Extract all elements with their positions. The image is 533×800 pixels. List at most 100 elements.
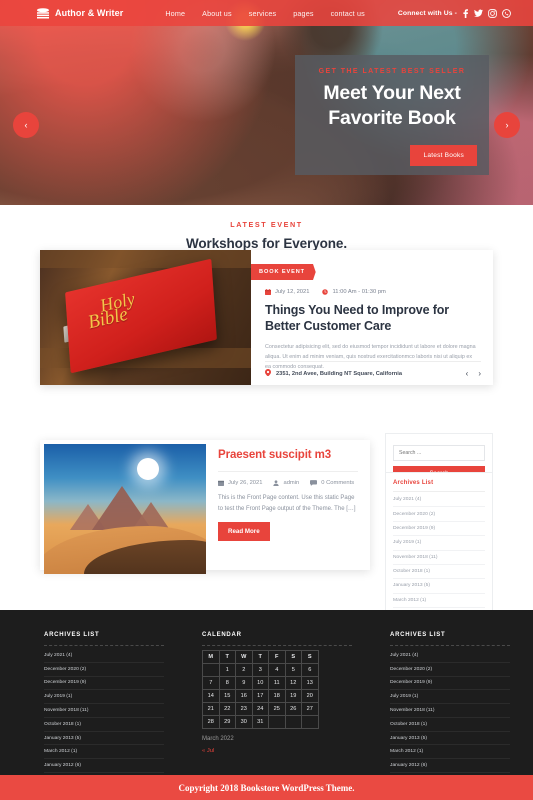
calendar-day[interactable]: 7 xyxy=(202,676,220,690)
footer-archive-item[interactable]: November 2018 (11) xyxy=(44,704,164,718)
footer-archive-item[interactable]: July 2019 (1) xyxy=(44,690,164,705)
event-prev-arrow-icon[interactable]: ‹ xyxy=(466,369,469,378)
sidebar-archive-item[interactable]: December 2019 (9) xyxy=(393,522,485,537)
calendar-day[interactable]: 16 xyxy=(235,689,253,703)
event-section-title: Workshops for Everyone. xyxy=(186,236,347,251)
calendar-day[interactable]: 6 xyxy=(301,663,319,677)
calendar-day[interactable]: 12 xyxy=(284,676,302,690)
calendar-day[interactable]: 18 xyxy=(268,689,286,703)
sun-shape xyxy=(137,458,159,480)
hero-title-line-2: Favorite Book xyxy=(328,106,456,129)
calendar-day[interactable]: 24 xyxy=(251,702,269,716)
sidebar-archive-item[interactable]: July 2019 (1) xyxy=(393,536,485,551)
sidebar-archive-item[interactable]: January 2013 (5) xyxy=(393,579,485,594)
connect-with-us: Connect with Us - xyxy=(398,8,511,18)
book-stack-icon xyxy=(36,7,50,19)
footer-archive-item[interactable]: December 2020 (2) xyxy=(44,663,164,677)
calendar-day[interactable]: 15 xyxy=(218,689,236,703)
calendar-day[interactable]: 11 xyxy=(268,676,286,690)
calendar-day[interactable]: 20 xyxy=(301,689,319,703)
calendar-day[interactable]: 4 xyxy=(268,663,286,677)
sidebar-archive-item[interactable]: March 2012 (1) xyxy=(393,594,485,608)
post-meta: July 26, 2021 admin 0 Comments xyxy=(218,471,358,486)
calendar-day[interactable]: 9 xyxy=(235,676,253,690)
read-more-button[interactable]: Read More xyxy=(218,522,270,541)
calendar-day[interactable]: 21 xyxy=(202,702,220,716)
nav-item-services[interactable]: services xyxy=(249,9,277,18)
post-date-text: July 26, 2021 xyxy=(228,480,263,486)
calendar-caption: March 2022 xyxy=(202,736,234,742)
calendar-day[interactable]: 10 xyxy=(251,676,269,690)
calendar-day[interactable]: 14 xyxy=(202,689,220,703)
sidebar-archive-item[interactable]: November 2018 (11) xyxy=(393,551,485,565)
nav-item-pages[interactable]: pages xyxy=(293,9,313,18)
event-card: Holy Bible BOOK EVENT July 12, 2021 11:0… xyxy=(40,250,493,385)
calendar-day[interactable]: 30 xyxy=(235,715,253,729)
calendar-day[interactable] xyxy=(268,715,286,729)
sidebar-archive-item[interactable]: December 2020 (2) xyxy=(393,507,485,522)
sidebar-archive-item[interactable]: July 2021 (4) xyxy=(393,493,485,508)
calendar-day[interactable]: 19 xyxy=(284,689,302,703)
footer-archive-item[interactable]: January 2013 (5) xyxy=(390,732,510,746)
post-title[interactable]: Praesent suscipit m3 xyxy=(218,449,358,461)
calendar-day[interactable]: 23 xyxy=(235,702,253,716)
calendar-day[interactable] xyxy=(301,715,319,729)
calendar-week-row: 28 29 30 31 xyxy=(202,715,319,729)
calendar-day[interactable]: 13 xyxy=(301,676,319,690)
calendar-day[interactable]: 1 xyxy=(218,663,236,677)
footer-archive-item[interactable]: January 2012 (6) xyxy=(44,759,164,774)
facebook-icon[interactable] xyxy=(462,8,469,18)
post-body: Praesent suscipit m3 July 26, 2021 admin xyxy=(206,440,370,570)
event-date: July 12, 2021 xyxy=(265,289,309,295)
calendar-day[interactable]: 2 xyxy=(235,663,253,677)
hero-prev-arrow-icon[interactable]: ‹ xyxy=(13,112,39,138)
hero-next-arrow-icon[interactable]: › xyxy=(494,112,520,138)
calendar-day[interactable]: 3 xyxy=(251,663,269,677)
footer-archive-item[interactable]: July 2021 (4) xyxy=(44,649,164,663)
brand-logo[interactable]: Author & Writer xyxy=(36,7,123,19)
divider xyxy=(390,645,510,646)
sidebar-archive-item[interactable]: October 2018 (1) xyxy=(393,565,485,580)
calendar-day[interactable]: 22 xyxy=(218,702,236,716)
calendar-day[interactable]: 27 xyxy=(301,702,319,716)
footer-archive-item[interactable]: July 2019 (1) xyxy=(390,690,510,705)
event-next-arrow-icon[interactable]: › xyxy=(478,369,481,378)
footer-archive-item[interactable]: November 2018 (11) xyxy=(390,704,510,718)
calendar-prev-link[interactable]: « Jul xyxy=(202,748,352,754)
search-input[interactable] xyxy=(393,445,485,461)
footer-archive-item[interactable]: January 2013 (5) xyxy=(44,732,164,746)
event-details: BOOK EVENT July 12, 2021 11:00 Am - 01:3… xyxy=(251,250,493,385)
calendar-day[interactable] xyxy=(202,663,220,677)
calendar-day[interactable]: 17 xyxy=(251,689,269,703)
calendar-day[interactable]: 26 xyxy=(284,702,302,716)
calendar-day[interactable]: 28 xyxy=(202,715,220,729)
calendar-weekday: T xyxy=(251,650,269,664)
calendar-day[interactable]: 5 xyxy=(284,663,302,677)
nav-item-home[interactable]: Home xyxy=(165,9,185,18)
footer-archive-item[interactable]: October 2018 (1) xyxy=(44,718,164,732)
calendar-day[interactable] xyxy=(284,715,302,729)
instagram-icon[interactable] xyxy=(488,8,497,18)
nav-item-about-us[interactable]: About us xyxy=(202,9,232,18)
footer-archive-item[interactable]: December 2019 (9) xyxy=(390,677,510,691)
calendar-weekday: M xyxy=(202,650,220,664)
footer-archive-item[interactable]: July 2021 (4) xyxy=(390,649,510,663)
footer-archive-item[interactable]: January 2012 (6) xyxy=(390,759,510,774)
footer-archive-item[interactable]: March 2012 (1) xyxy=(390,745,510,760)
event-date-text: July 12, 2021 xyxy=(275,289,310,295)
whatsapp-icon[interactable] xyxy=(502,8,511,18)
calendar-day[interactable]: 25 xyxy=(268,702,286,716)
footer-archive-item[interactable]: October 2018 (1) xyxy=(390,718,510,732)
calendar-day[interactable]: 31 xyxy=(251,715,269,729)
calendar-weekday: T xyxy=(218,650,236,664)
latest-books-button[interactable]: Latest Books xyxy=(410,145,477,166)
footer-archive-item[interactable]: December 2019 (9) xyxy=(44,677,164,691)
footer-archive-item[interactable]: March 2012 (1) xyxy=(44,745,164,760)
calendar-week-row: 7 8 9 10 11 12 13 xyxy=(202,676,319,690)
calendar-weekday: F xyxy=(268,650,286,664)
twitter-icon[interactable] xyxy=(474,9,483,18)
footer-archive-item[interactable]: December 2020 (2) xyxy=(390,663,510,677)
nav-item-contact-us[interactable]: contact us xyxy=(331,9,365,18)
calendar-day[interactable]: 8 xyxy=(218,676,236,690)
calendar-day[interactable]: 29 xyxy=(218,715,236,729)
